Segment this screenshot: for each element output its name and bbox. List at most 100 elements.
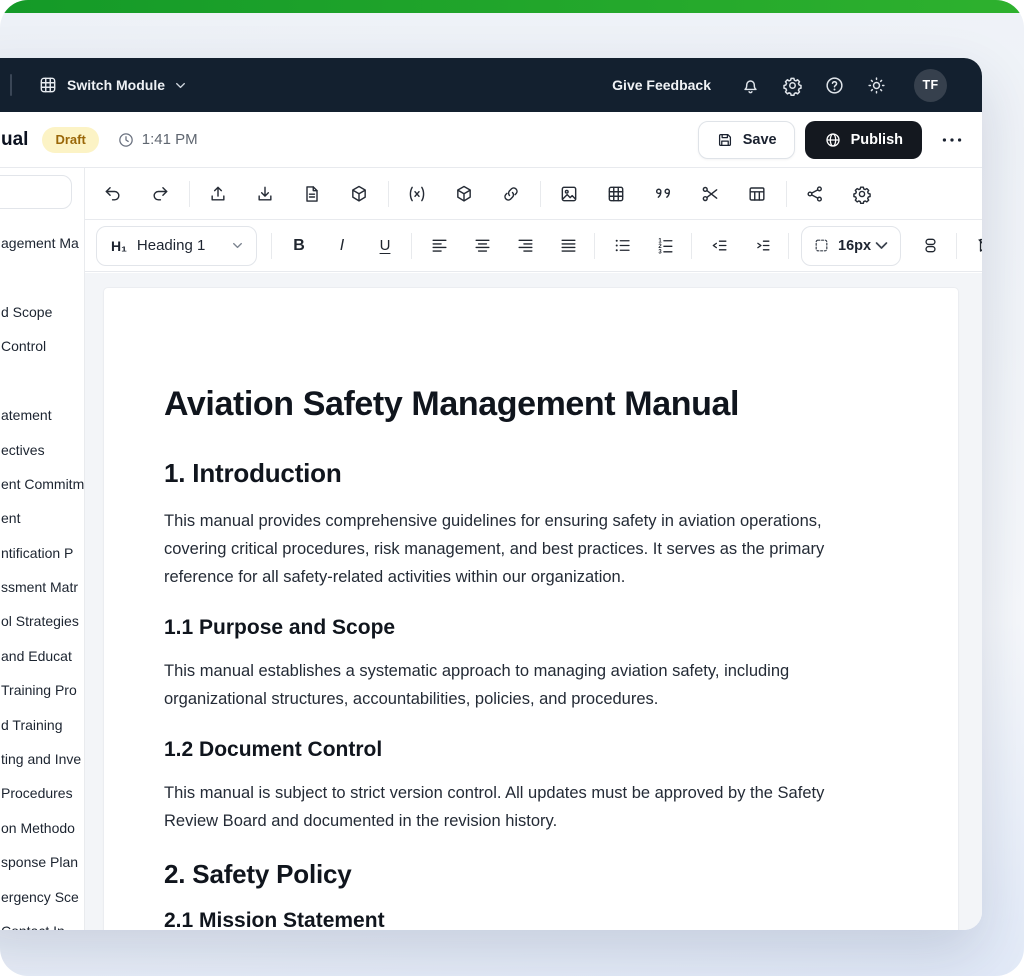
share-icon — [805, 184, 825, 204]
chevron-down-icon — [174, 79, 187, 92]
line-spacing-icon — [921, 236, 940, 255]
bell-icon[interactable] — [740, 75, 761, 96]
gear-button[interactable] — [844, 176, 880, 212]
brand-top-strip — [0, 0, 1024, 13]
cube-button[interactable] — [341, 176, 377, 212]
chevron-down-icon — [873, 237, 890, 254]
toc-sidebar: agement Mad ScopeControlatementectivesen… — [0, 168, 85, 930]
toc-item[interactable]: d Training — [0, 707, 84, 741]
formatting-toolbar: H₁ Heading 1 B I U 123 16px — [85, 219, 982, 272]
image-icon — [559, 184, 579, 204]
toc-item[interactable]: ent Commitm — [0, 467, 84, 501]
toc-item[interactable]: ergency Sce — [0, 879, 84, 913]
toc-item[interactable]: sponse Plan — [0, 845, 84, 879]
share-button[interactable] — [797, 176, 833, 212]
doc-p[interactable]: This manual is subject to strict version… — [164, 779, 876, 835]
more-options-button[interactable] — [939, 127, 965, 153]
align-center-icon — [473, 236, 492, 255]
doc-h2[interactable]: 1. Introduction — [164, 458, 876, 489]
toc-item[interactable]: ectives — [0, 432, 84, 466]
switch-module-button[interactable]: Switch Module — [38, 75, 187, 95]
doc-h1[interactable]: Aviation Safety Management Manual — [164, 384, 876, 424]
divider — [271, 233, 272, 259]
theme-toggle-icon[interactable] — [866, 75, 887, 96]
cube-icon — [454, 184, 474, 204]
last-saved-time: 1:41 PM — [117, 131, 198, 149]
toc-item[interactable]: d Scope — [0, 295, 84, 329]
toc-item[interactable]: ent — [0, 501, 84, 535]
upload-button[interactable] — [200, 176, 236, 212]
doc-p[interactable]: This manual establishes a systematic app… — [164, 657, 876, 713]
align-center-button[interactable] — [465, 229, 499, 263]
image-button[interactable] — [551, 176, 587, 212]
toc-item[interactable]: Control — [0, 329, 84, 363]
give-feedback-link[interactable]: Give Feedback — [612, 77, 711, 93]
doc-h3[interactable]: 1.1 Purpose and Scope — [164, 615, 876, 641]
download-button[interactable] — [247, 176, 283, 212]
bold-button[interactable]: B — [282, 229, 316, 263]
divider — [691, 233, 692, 259]
align-justify-button[interactable] — [551, 229, 585, 263]
sidebar-search-input[interactable] — [0, 175, 72, 209]
scissors-button[interactable] — [692, 176, 728, 212]
divider — [540, 181, 541, 207]
toc-item[interactable]: and Educat — [0, 639, 84, 673]
toc-item[interactable]: agement Ma — [0, 226, 84, 260]
toc-item[interactable]: on Methodo — [0, 811, 84, 845]
undo-button[interactable] — [95, 176, 131, 212]
toc-item[interactable]: Procedures — [0, 776, 84, 810]
heading-level-icon: H₁ — [111, 238, 127, 254]
toc-item[interactable]: ssment Matr — [0, 570, 84, 604]
align-left-icon — [430, 236, 449, 255]
variable-button[interactable] — [399, 176, 435, 212]
doc-h2[interactable]: 2. Safety Policy — [164, 859, 876, 890]
avatar[interactable]: TF — [914, 69, 947, 102]
list-ordered-icon: 123 — [656, 236, 675, 255]
file-text-button[interactable] — [294, 176, 330, 212]
toc-item[interactable]: ol Strategies — [0, 604, 84, 638]
screenshot-frame: Switch Module Give Feedback TF ual Draft — [0, 0, 1024, 976]
heading-style-select[interactable]: H₁ Heading 1 — [96, 226, 257, 266]
doc-h3[interactable]: 2.1 Mission Statement — [164, 908, 876, 930]
variable-icon — [407, 184, 427, 204]
indent-icon — [753, 236, 772, 255]
scissors-icon — [700, 184, 720, 204]
toc-item[interactable]: Training Pro — [0, 673, 84, 707]
document-page[interactable]: Aviation Safety Management Manual 1. Intr… — [104, 288, 958, 930]
line-spacing-button[interactable] — [913, 229, 947, 263]
bookmark-x-button[interactable] — [967, 229, 982, 263]
help-icon[interactable] — [824, 75, 845, 96]
save-button[interactable]: Save — [698, 121, 795, 159]
grid-button[interactable] — [598, 176, 634, 212]
publish-button[interactable]: Publish — [805, 121, 922, 159]
list-bullet-button[interactable] — [605, 229, 639, 263]
quote-icon — [653, 184, 673, 204]
align-left-button[interactable] — [422, 229, 456, 263]
indent-button[interactable] — [745, 229, 779, 263]
doc-h3[interactable]: 1.2 Document Control — [164, 737, 876, 763]
divider — [788, 233, 789, 259]
quote-button[interactable] — [645, 176, 681, 212]
toc-item-empty — [0, 260, 84, 294]
table-icon — [747, 184, 767, 204]
document-titlebar: ual Draft 1:41 PM Save Publish — [0, 112, 982, 168]
redo-icon — [150, 184, 170, 204]
outdent-button[interactable] — [702, 229, 736, 263]
font-size-select[interactable]: 16px — [801, 226, 901, 266]
toc-item[interactable]: Contact In — [0, 914, 84, 930]
gear-icon[interactable] — [782, 75, 803, 96]
align-right-button[interactable] — [508, 229, 542, 263]
gear-icon — [852, 184, 872, 204]
italic-button[interactable]: I — [325, 229, 359, 263]
toc-item[interactable]: ting and Inve — [0, 742, 84, 776]
divider — [388, 181, 389, 207]
toc-item[interactable]: ntification P — [0, 536, 84, 570]
underline-button[interactable]: U — [368, 229, 402, 263]
link-button[interactable] — [493, 176, 529, 212]
redo-button[interactable] — [142, 176, 178, 212]
table-button[interactable] — [739, 176, 775, 212]
toc-item[interactable]: atement — [0, 398, 84, 432]
list-ordered-button[interactable]: 123 — [648, 229, 682, 263]
doc-p[interactable]: This manual provides comprehensive guide… — [164, 507, 876, 591]
cube-button[interactable] — [446, 176, 482, 212]
